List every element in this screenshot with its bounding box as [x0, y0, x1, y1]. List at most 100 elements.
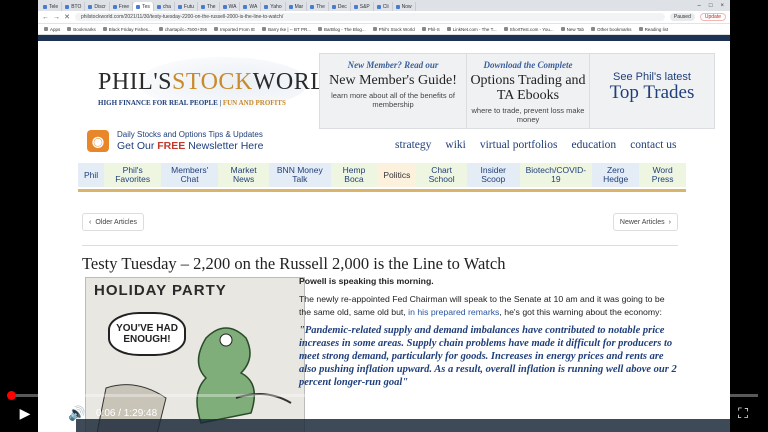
tab-favicon-icon: [243, 4, 248, 9]
browser-tab[interactable]: Dec: [329, 2, 351, 11]
forward-icon[interactable]: →: [53, 14, 60, 21]
tab-favicon-icon: [376, 4, 381, 9]
bookmark-item[interactable]: Reading list: [638, 27, 668, 32]
browser-tab[interactable]: Futu: [175, 2, 198, 11]
autoplay-toggle-icon[interactable]: ⏯: [560, 400, 586, 426]
browser-tab[interactable]: Tele: [40, 2, 63, 11]
progress-scrubber[interactable]: [6, 391, 16, 400]
browser-tab[interactable]: Cli: [374, 2, 393, 11]
browser-tab[interactable]: Now: [393, 2, 416, 11]
browser-tab[interactable]: WA: [240, 2, 262, 11]
top-link-wiki[interactable]: wiki: [445, 139, 465, 151]
back-icon[interactable]: ←: [42, 14, 49, 21]
menu-item-zero-hedge[interactable]: Zero Hedge: [592, 163, 640, 187]
menu-item-biotech-covid-19[interactable]: Biotech/COVID-19: [519, 163, 593, 187]
play-icon[interactable]: ▶: [12, 400, 38, 426]
video-player[interactable]: Tele BTO Discr Free Tes cha Futu The WA WA Yaho Mar…: [0, 0, 768, 432]
fullscreen-icon[interactable]: ⛶: [730, 400, 756, 426]
browser-tab[interactable]: cha: [154, 2, 175, 11]
top-link-education[interactable]: education: [571, 139, 616, 151]
bookmark-item[interactable]: Imported From IE: [214, 27, 255, 32]
bookmark-favicon-icon: [67, 27, 72, 31]
tab-label: S&P: [359, 3, 370, 10]
menu-item-bnn-money-talk[interactable]: BNN Money Talk: [269, 163, 331, 187]
menu-item-insider-scoop[interactable]: Insider Scoop: [466, 163, 520, 187]
browser-tab[interactable]: The: [307, 2, 329, 11]
theater-mode-icon[interactable]: ▬: [696, 400, 722, 426]
bookmark-item[interactable]: Black Friday Fishes...: [102, 27, 152, 32]
browser-tab[interactable]: Mar: [286, 2, 308, 11]
bookmark-item[interactable]: LinkNet.com - The T...: [446, 27, 497, 32]
menu-item-word-press[interactable]: Word Press: [639, 163, 686, 187]
prepared-remarks-link[interactable]: in his prepared remarks: [408, 307, 499, 317]
top-trades-banner[interactable]: See Phil's latest Top Trades: [589, 53, 715, 129]
top-link-strategy[interactable]: strategy: [395, 139, 431, 151]
bookmark-favicon-icon: [560, 27, 565, 31]
miniplayer-icon[interactable]: ▭: [662, 400, 688, 426]
bookmark-item[interactable]: BarBlog - The Blog...: [317, 27, 366, 32]
top-link-virtual-portfolios[interactable]: virtual portfolios: [480, 139, 558, 151]
article-body: Powell is speaking this morning. The new…: [299, 275, 679, 394]
captions-icon[interactable]: CC: [594, 400, 620, 426]
maximize-icon[interactable]: □: [709, 3, 713, 9]
top-link-contact-us[interactable]: contact us: [630, 139, 676, 151]
bookmark-item[interactable]: Phil's Stock World: [372, 27, 415, 32]
close-icon[interactable]: ×: [720, 3, 724, 9]
tab-favicon-icon: [43, 4, 47, 9]
browser-tab[interactable]: Tes: [133, 2, 154, 11]
newsletter-signup[interactable]: Daily Stocks and Options Tips & Updates …: [117, 130, 263, 152]
menu-item-members-chat[interactable]: Members' Chat: [161, 163, 219, 187]
browser-tab[interactable]: S&P: [351, 2, 374, 11]
tab-label: Tes: [142, 3, 150, 10]
site-logo[interactable]: PHIL'SSTOCKWORLD HIGH FINANCE FOR REAL P…: [98, 55, 343, 115]
menu-item-politics[interactable]: Politics: [377, 163, 417, 187]
minimize-icon[interactable]: –: [698, 3, 701, 9]
update-button[interactable]: Update: [699, 13, 726, 21]
bookmark-item[interactable]: ShortTest.com - You...: [503, 27, 554, 32]
tab-favicon-icon: [288, 4, 293, 9]
newer-articles-button[interactable]: Newer Articles ›: [612, 213, 678, 231]
volume-icon[interactable]: 🔊: [64, 400, 90, 426]
post-navigation: ‹ Older Articles Newer Articles ›: [82, 213, 678, 231]
bookmark-favicon-icon: [638, 27, 643, 31]
bookmark-item[interactable]: Apps: [44, 27, 60, 32]
browser-tab[interactable]: BTO: [62, 2, 86, 11]
url-field[interactable]: philstockworld.com/2021/11/30/testy-tues…: [75, 13, 665, 21]
browser-tab[interactable]: The: [198, 2, 220, 11]
profile-button[interactable]: Paused: [669, 13, 695, 21]
browser-tab[interactable]: Free: [110, 2, 134, 11]
browser-tab[interactable]: Yaho: [261, 2, 286, 11]
newer-articles-label: Newer Articles: [619, 218, 665, 226]
ebooks-banner[interactable]: Download the Complete Options Trading an…: [466, 53, 590, 129]
rss-icon[interactable]: ◉: [87, 130, 109, 152]
tab-label: Discr: [94, 3, 106, 10]
next-icon[interactable]: ⏭: [38, 400, 64, 426]
older-articles-button[interactable]: ‹ Older Articles: [82, 213, 144, 231]
menu-item-phil[interactable]: Phil: [78, 163, 105, 187]
newsletter-line2: Get Our FREE Newsletter Here: [117, 140, 264, 152]
article-title[interactable]: Testy Tuesday – 2,200 on the Russell 2,0…: [82, 254, 505, 274]
menu-item-chart-school[interactable]: Chart School: [416, 163, 467, 187]
logo-title: PHIL'SSTOCKWORLD: [98, 69, 344, 95]
tab-label: The: [316, 3, 325, 10]
new-member-guide-banner[interactable]: New Member? Read our New Member's Guide!…: [319, 53, 467, 129]
tab-label: Futu: [183, 3, 194, 10]
browser-tab[interactable]: WA: [220, 2, 241, 11]
menu-item-market-news[interactable]: Market News: [218, 163, 270, 187]
bookmark-item[interactable]: Bookmarks: [67, 27, 96, 32]
promo-text: where to trade, prevent loss make money: [471, 106, 585, 124]
bookmark-item[interactable]: Other bookmarks: [591, 27, 632, 32]
bookmark-item[interactable]: Barry Ike | -- BT PR...: [262, 27, 311, 32]
tab-favicon-icon: [264, 4, 269, 9]
settings-icon[interactable]: ⚙: [628, 400, 654, 426]
reload-icon[interactable]: ✕: [64, 13, 70, 21]
bookmark-label: Phil-S: [427, 26, 440, 32]
browser-tab[interactable]: Discr: [85, 2, 110, 11]
promo-text: learn more about all of the benefits of …: [331, 91, 455, 109]
progress-bar[interactable]: [6, 391, 758, 400]
menu-item-hemp-boca[interactable]: Hemp Boca: [330, 163, 378, 187]
bookmark-item[interactable]: New Tab: [560, 27, 584, 32]
bookmark-item[interactable]: Phil-S: [421, 26, 440, 32]
menu-item-phil-s-favorites[interactable]: Phil's Favorites: [104, 163, 162, 187]
bookmark-item[interactable]: chartapi/c=7500+395: [158, 27, 207, 32]
